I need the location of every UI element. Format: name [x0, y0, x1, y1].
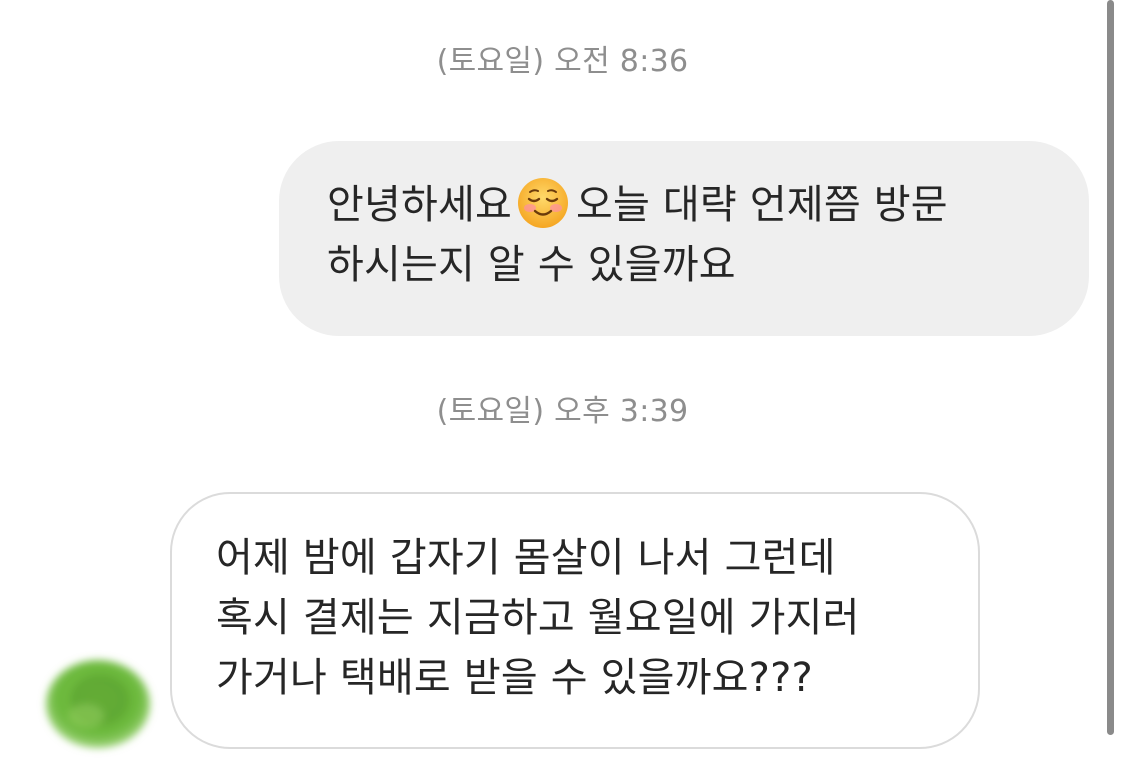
scrollbar[interactable] [1107, 0, 1114, 735]
message-line: 어제 밤에 갑자기 몸살이 나서 그런데 [216, 535, 836, 581]
message-line: 혹시 결제는 지금하고 월요일에 가지러 [216, 595, 860, 641]
incoming-message-bubble[interactable]: 어제 밤에 갑자기 몸살이 나서 그런데 혹시 결제는 지금하고 월요일에 가지… [170, 492, 980, 749]
sender-avatar-icon[interactable] [36, 648, 160, 760]
smiling-face-emoji-icon [518, 178, 568, 228]
message-text: 오늘 대략 언제쯤 방문 [576, 182, 948, 228]
message-timestamp: (토요일) 오후 3:39 [436, 394, 689, 429]
message-text: 안녕하세요 [327, 182, 512, 228]
message-line: 가거나 택배로 받을 수 있을까요??? [216, 655, 813, 701]
message-line: 하시는지 알 수 있을까요 [327, 242, 736, 288]
message-line: 안녕하세요 오늘 대략 언제쯤 방문 [327, 175, 1049, 235]
message-timestamp: (토요일) 오전 8:36 [436, 44, 689, 79]
outgoing-message-bubble[interactable]: 안녕하세요 오늘 대략 언제쯤 방문 하시는지 알 수 있을까요 [279, 141, 1089, 336]
chat-thread[interactable]: (토요일) 오전 8:36 안녕하세요 오늘 대략 언제쯤 방문 하시는지 알 … [0, 0, 1125, 763]
